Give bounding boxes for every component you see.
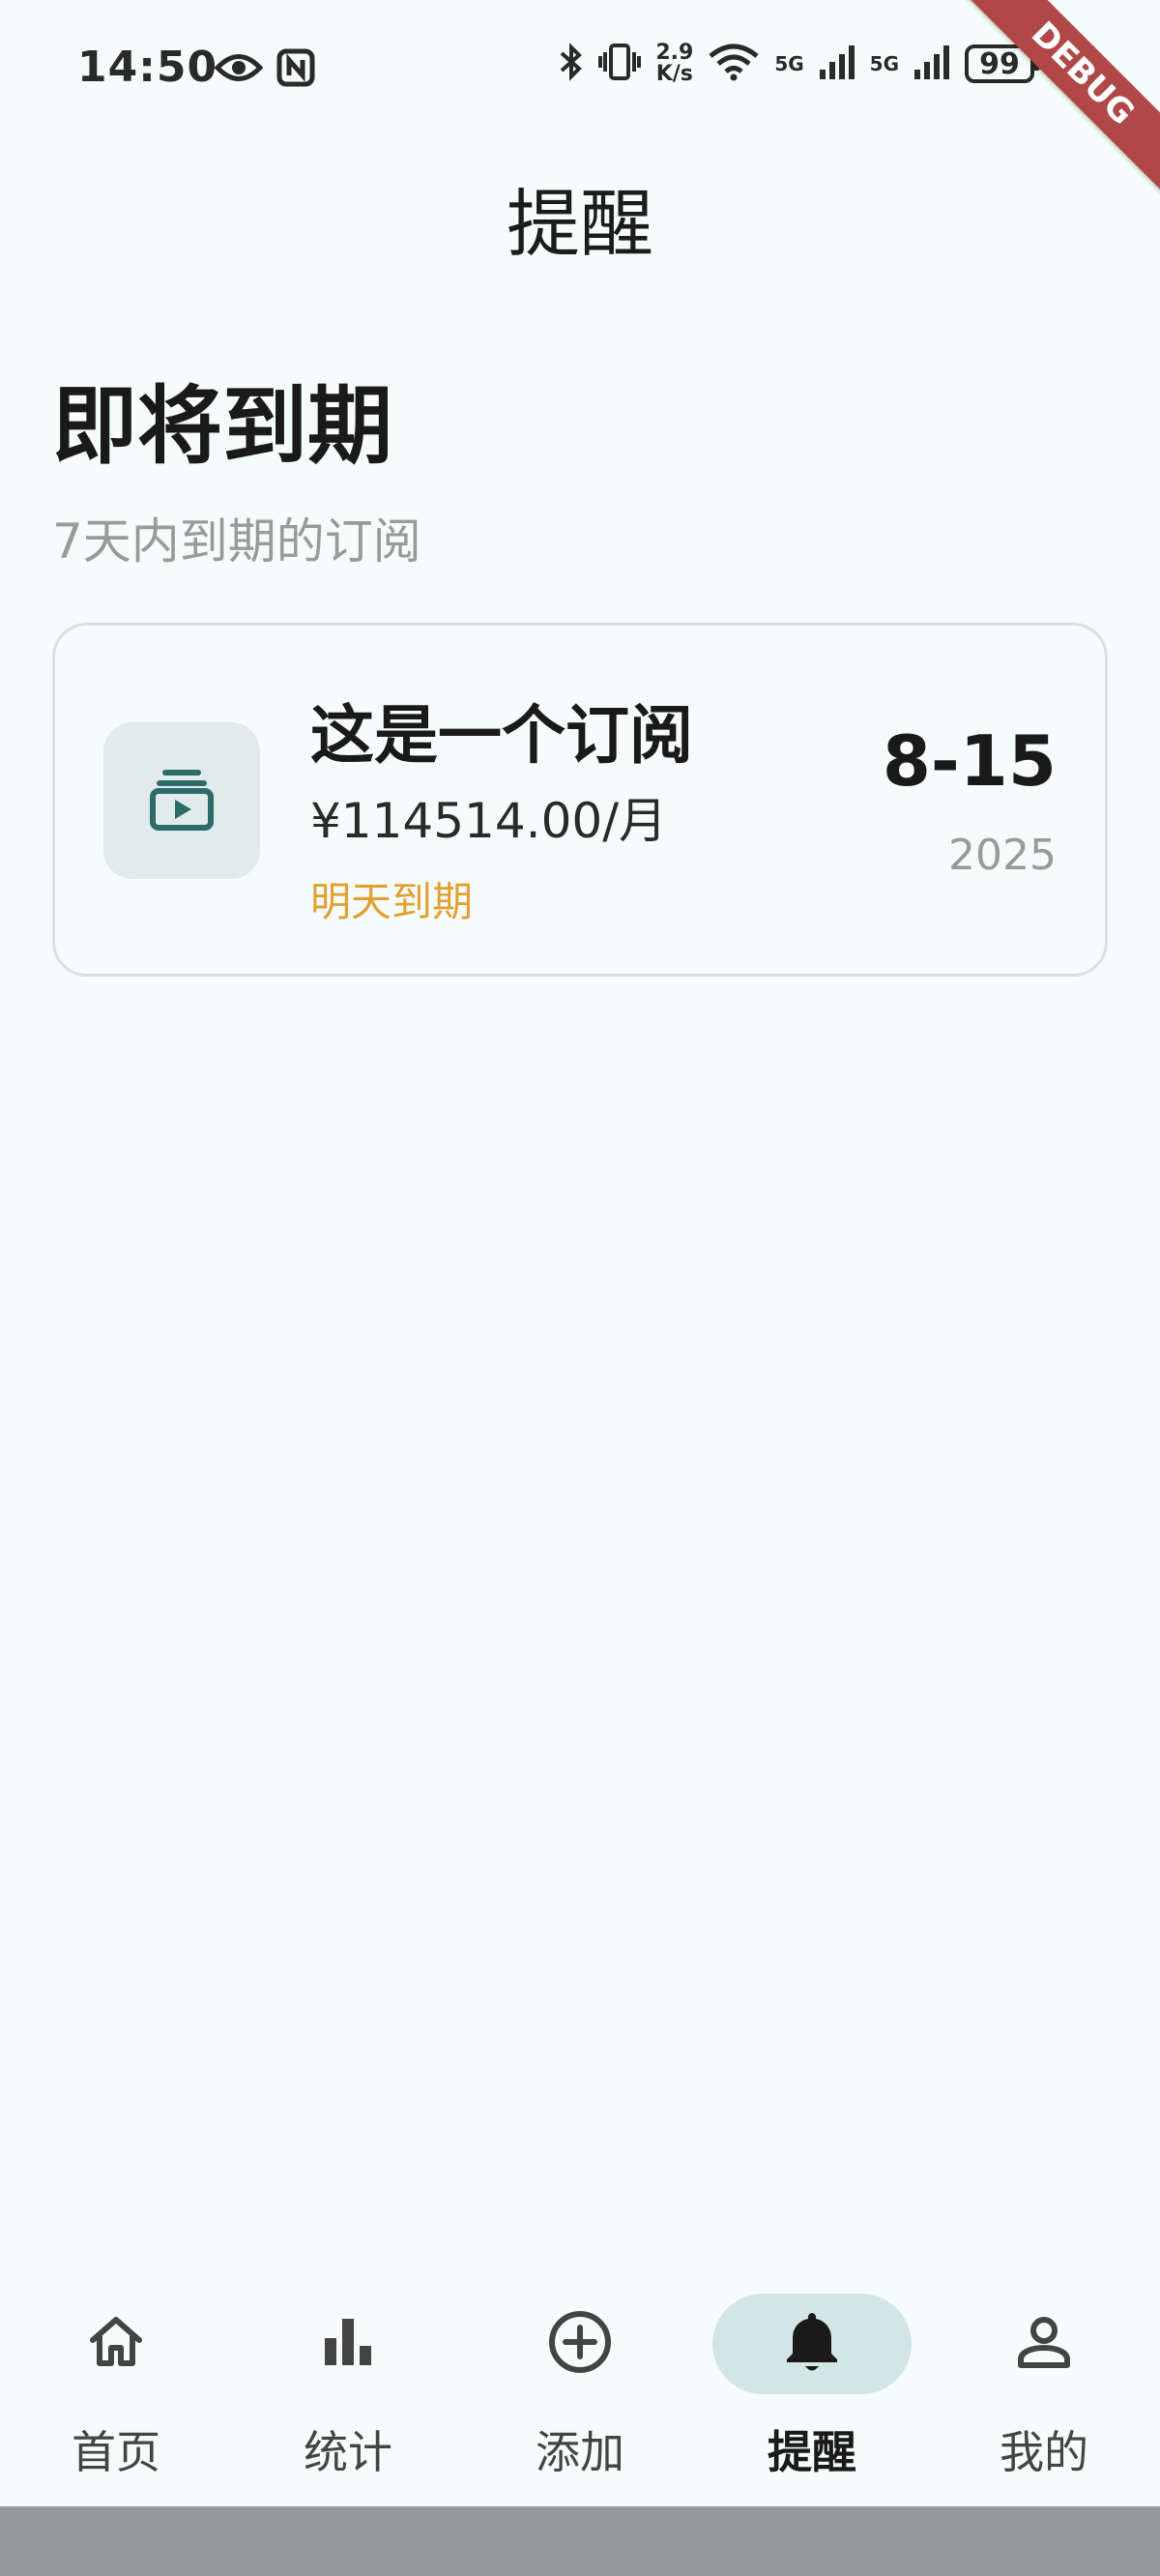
status-right-icons: 2.9 K/s 5G 5G 99	[559, 43, 1040, 85]
nav-icon-wrap	[944, 2294, 1144, 2394]
home-icon	[85, 2311, 147, 2377]
add-circle-icon	[545, 2307, 615, 2381]
nav-icon-wrap-active	[712, 2294, 912, 2394]
nav-item-reminders[interactable]: 提醒	[696, 2294, 928, 2487]
subscription-year: 2025	[948, 831, 1057, 880]
subscription-icon-box	[103, 722, 260, 879]
vibrate-icon	[597, 43, 642, 85]
nav-item-stats[interactable]: 统计	[232, 2294, 464, 2487]
subscription-due-text: 明天到期	[310, 878, 474, 925]
nav-label-reminders: 提醒	[768, 2426, 856, 2478]
nav-label-add: 添加	[536, 2426, 624, 2478]
nav-icon-wrap	[16, 2294, 216, 2394]
nfc-icon	[276, 48, 315, 91]
nav-item-add[interactable]: 添加	[464, 2294, 696, 2487]
network-type-2: 5G	[869, 52, 899, 75]
wifi-icon	[707, 43, 761, 85]
bluetooth-icon	[559, 43, 584, 85]
eye-icon	[214, 51, 264, 88]
nav-item-profile[interactable]: 我的	[928, 2294, 1160, 2487]
bar-chart-icon	[317, 2311, 379, 2377]
network-type-1: 5G	[774, 52, 804, 75]
signal-icon	[818, 43, 856, 85]
page-title: 提醒	[507, 181, 653, 267]
subscription-card[interactable]: 这是一个订阅 ¥114514.00/月 明天到期 8-15 2025	[52, 623, 1108, 977]
nav-icon-wrap	[248, 2294, 448, 2394]
speed-value: 2.9	[655, 41, 694, 65]
bell-icon	[781, 2309, 843, 2379]
bottom-nav: 首页 统计 添加 提醒 我的	[0, 2272, 1160, 2504]
nav-item-home[interactable]: 首页	[0, 2294, 232, 2487]
speed-unit: K/s	[655, 62, 693, 86]
section-subtitle: 7天内到期的订阅	[52, 513, 421, 570]
nav-icon-wrap	[480, 2294, 680, 2394]
person-icon	[1013, 2311, 1075, 2377]
system-navigation-bar	[0, 2506, 1160, 2576]
status-time: 14:50	[77, 43, 218, 92]
nav-label-profile: 我的	[1000, 2426, 1088, 2478]
subscription-play-icon	[147, 764, 217, 837]
subscription-date: 8-15	[882, 720, 1057, 802]
subscription-name: 这是一个订阅	[310, 698, 693, 773]
status-bar: 14:50 2.9 K/s 5G 5G 99	[0, 0, 1160, 145]
network-speed: 2.9 K/s	[655, 43, 693, 85]
nav-label-stats: 统计	[304, 2426, 392, 2478]
status-left-icons	[214, 48, 315, 91]
section-title: 即将到期	[52, 376, 393, 476]
subscription-price: ¥114514.00/月	[310, 793, 668, 849]
signal-icon	[913, 43, 951, 85]
nav-label-home: 首页	[72, 2426, 160, 2478]
